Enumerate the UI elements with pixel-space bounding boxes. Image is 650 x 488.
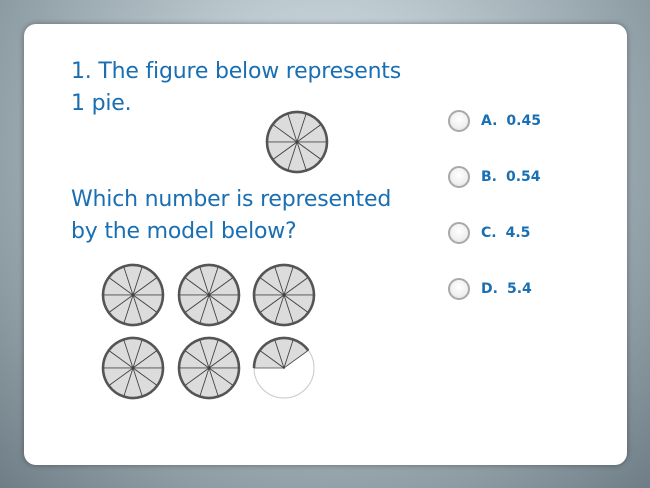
model-pie-3 [252, 263, 316, 327]
pie-slice-rim [199, 263, 219, 268]
model-pie-4 [101, 336, 165, 400]
question-prompt-text: Which number is represented by the model… [71, 187, 392, 244]
pie-slice-rim [287, 169, 307, 174]
choice-d-value: 5.4 [506, 281, 532, 297]
pie-slice-rim [274, 263, 294, 268]
choice-a-value: 0.45 [506, 113, 541, 129]
pie-slice-rim [199, 322, 219, 327]
model-pie-5 [177, 336, 241, 400]
choice-b-letter: B. [481, 169, 497, 185]
pie-slice-rim [123, 263, 143, 268]
choice-b-value: 0.54 [506, 169, 541, 185]
pie-slice-rim [123, 322, 143, 327]
pie-slice-rim [287, 110, 307, 115]
choice-c-value: 4.5 [505, 225, 531, 241]
pie-slice-rim [199, 395, 219, 400]
choice-c[interactable]: C. 4.5 [448, 222, 530, 244]
choice-c-letter: C. [481, 225, 497, 241]
model-pie-1 [101, 263, 165, 327]
reference-pie [265, 110, 329, 174]
choice-d-letter: D. [481, 281, 498, 297]
choice-b-radio[interactable] [448, 166, 470, 188]
choice-a-radio[interactable] [448, 110, 470, 132]
model-pie-2 [177, 263, 241, 327]
choice-d[interactable]: D. 5.4 [448, 278, 532, 300]
choice-a[interactable]: A. 0.45 [448, 110, 541, 132]
model-pie-6 [252, 336, 315, 399]
choice-c-radio[interactable] [448, 222, 470, 244]
pie-slice-rim [199, 336, 219, 341]
pie-slice-rim [274, 322, 294, 327]
pie-slice-rim [123, 395, 143, 400]
question-intro-text: 1. The figure below represents 1 pie. [71, 59, 401, 116]
choice-b[interactable]: B. 0.54 [448, 166, 541, 188]
choice-d-radio[interactable] [448, 278, 470, 300]
pie-slice-rim [123, 336, 143, 341]
pie-slice-rim [274, 336, 294, 341]
choice-a-letter: A. [481, 113, 498, 129]
question-card: 1. The figure below represents 1 pie. Wh… [24, 24, 627, 465]
